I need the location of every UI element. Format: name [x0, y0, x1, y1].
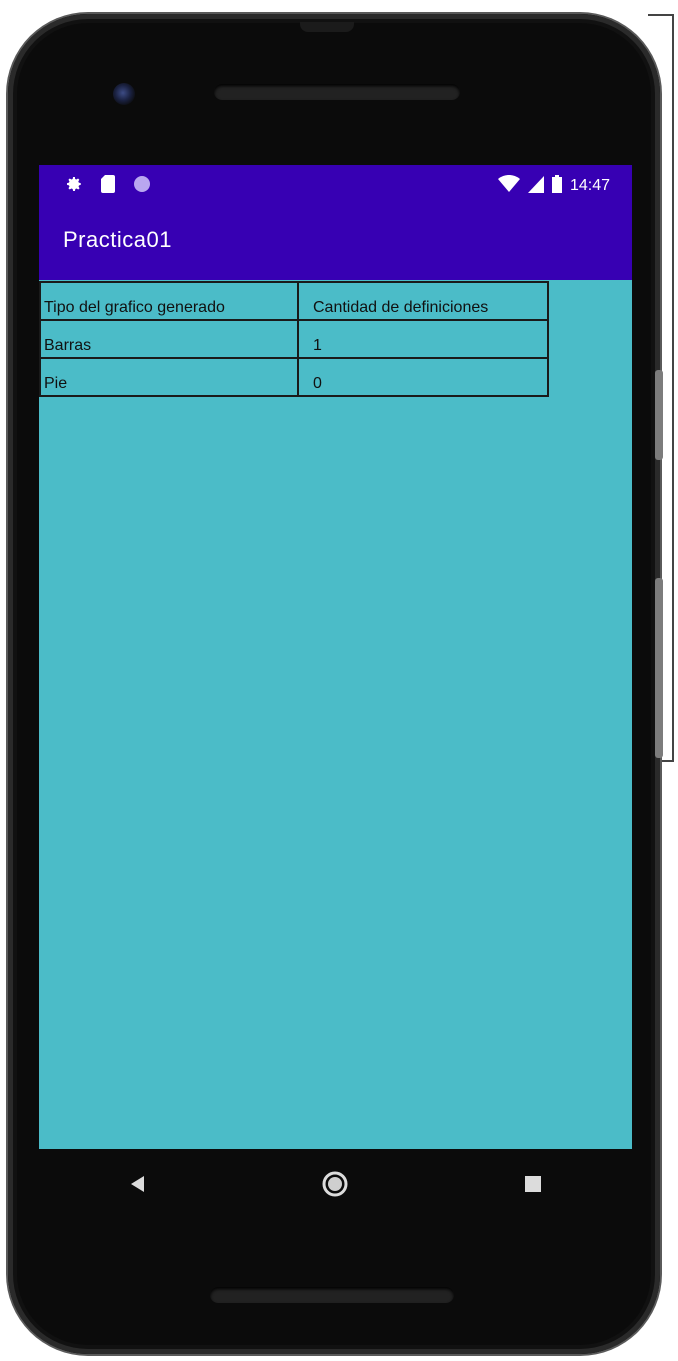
status-time: 14:47 [569, 177, 610, 194]
table-row: Pie 0 [39, 357, 549, 397]
wifi-icon [497, 174, 520, 198]
table-cell: Barras [39, 319, 299, 359]
status-left-icons [65, 175, 151, 197]
definitions-table: Tipo del grafico generado Cantidad de de… [39, 281, 549, 397]
power-button [655, 370, 663, 460]
settings-icon [65, 175, 83, 197]
table-cell: Tipo del grafico generado [39, 281, 299, 321]
battery-icon [551, 174, 562, 198]
table-cell: Cantidad de definiciones [297, 281, 549, 321]
volume-button [655, 578, 663, 758]
front-camera [113, 83, 135, 105]
app-bar: Practica01 [39, 209, 632, 280]
status-right-icons: 14:47 [497, 174, 610, 198]
table-row: Barras 1 [39, 319, 549, 359]
recents-icon[interactable] [513, 1164, 553, 1204]
back-icon[interactable] [118, 1164, 158, 1204]
bottom-speaker [210, 1287, 454, 1303]
table-header-row: Tipo del grafico generado Cantidad de de… [39, 281, 549, 321]
top-speaker [214, 84, 460, 100]
table-cell: 1 [297, 319, 549, 359]
screen: 14:47 Practica01 Tipo del grafico genera… [39, 165, 632, 1149]
table-cell: 0 [297, 357, 549, 397]
sd-card-icon [101, 175, 115, 197]
circle-notification-icon [133, 175, 151, 197]
status-bar: 14:47 [39, 165, 632, 209]
table-cell: Pie [39, 357, 299, 397]
home-icon[interactable] [315, 1164, 355, 1204]
top-notch [300, 22, 354, 32]
cellular-signal-icon [527, 175, 544, 198]
app-title: Practica01 [63, 227, 172, 252]
navigation-bar [39, 1149, 632, 1219]
